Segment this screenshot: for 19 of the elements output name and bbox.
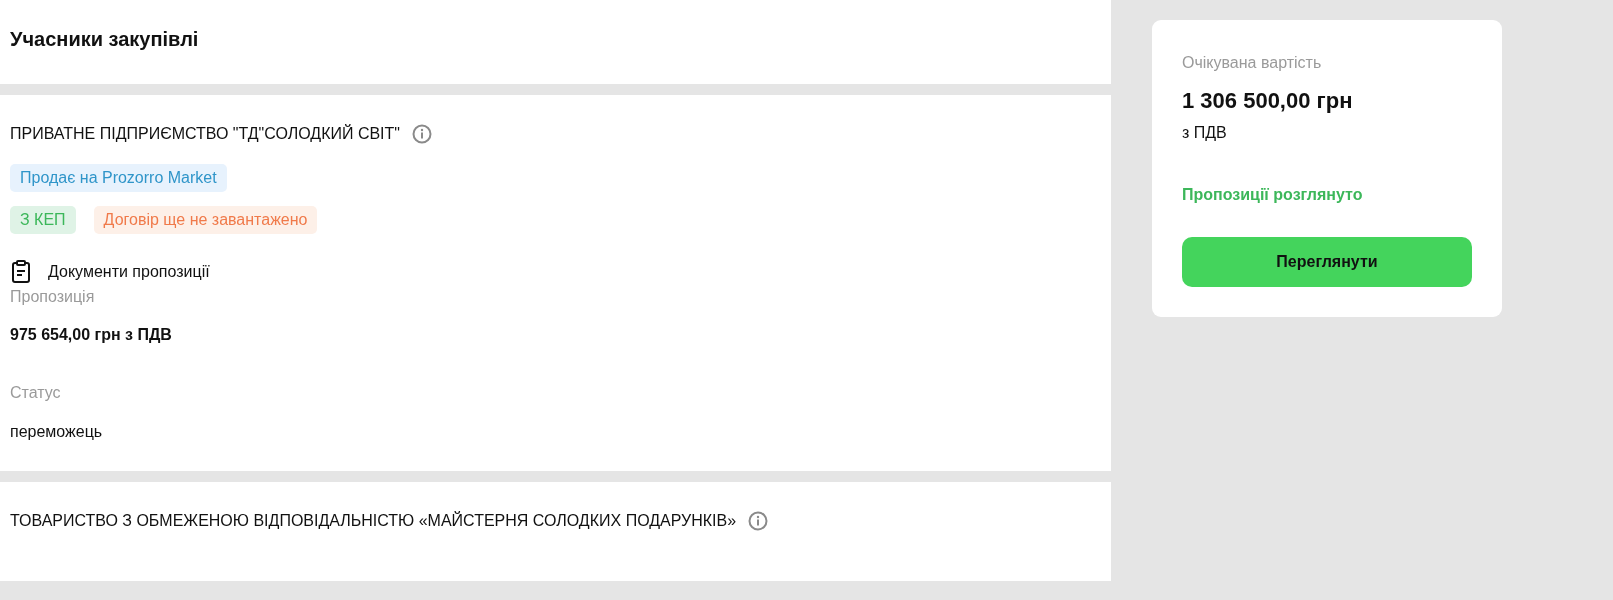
documents-link[interactable]: Документи пропозиції: [48, 263, 210, 281]
info-icon[interactable]: [748, 511, 769, 531]
expected-amount: 1 306 500,00 грн: [1182, 88, 1354, 114]
expected-value-label: Очікувана вартість: [1182, 54, 1323, 72]
status-label: Статус: [10, 384, 61, 402]
company-name: ПРИВАТНЕ ПІДПРИЄМСТВО "ТД"СОЛОДКИЙ СВІТ": [10, 125, 400, 143]
company-name: ТОВАРИСТВО З ОБМЕЖЕНОЮ ВІДПОВІДАЛЬНІСТЮ «МАЙСТЕРНЯ СОЛОДКИХ ПОДАРУНКІВ»: [10, 512, 737, 530]
offer-label: Пропозиція: [10, 288, 95, 306]
page-title: Учасники закупівлі: [10, 27, 199, 52]
info-icon[interactable]: [412, 124, 432, 144]
status-value: переможець: [10, 423, 103, 441]
contract-warning-tag: Договір ще не завантажено: [93, 206, 318, 234]
signature-tag: З КЕП: [10, 206, 76, 234]
view-button[interactable]: Переглянути: [1182, 237, 1472, 287]
document-icon[interactable]: [10, 260, 32, 284]
offer-amount: 975 654,00 грн з ПДВ: [10, 326, 172, 344]
marketplace-tag: Продає на Prozorro Market: [10, 164, 227, 192]
procurement-status: Пропозиції розглянуто: [1182, 186, 1364, 204]
vat-note: з ПДВ: [1182, 124, 1228, 142]
